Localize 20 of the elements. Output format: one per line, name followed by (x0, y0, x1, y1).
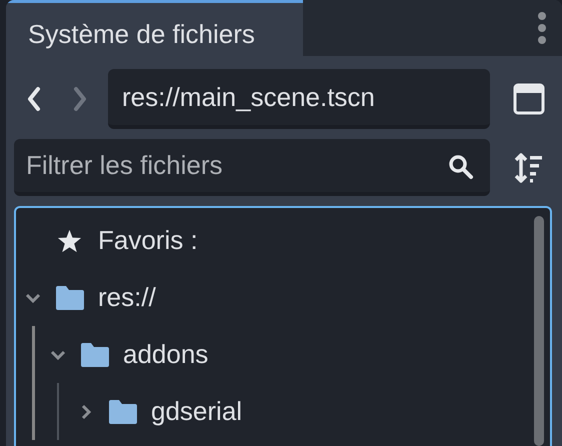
tree-item[interactable]: addons (35, 326, 550, 383)
favorites-label: Favoris : (98, 225, 198, 256)
menu-icon[interactable] (537, 11, 547, 45)
folder-label: res:// (98, 282, 156, 313)
search-icon[interactable] (448, 154, 474, 180)
window-icon[interactable] (513, 83, 545, 115)
star-icon (55, 228, 84, 252)
favorites-item[interactable]: Favoris : (16, 212, 550, 269)
tree-item[interactable]: res:// (16, 269, 550, 326)
filter-field[interactable]: Filtrer les fichiers (14, 139, 490, 196)
folder-icon (80, 342, 109, 366)
folder-label: gdserial (151, 396, 242, 427)
scrollbar[interactable] (534, 216, 544, 446)
tree-item[interactable]: gdserial (59, 383, 550, 440)
folder-icon (108, 400, 137, 424)
path-field[interactable]: res://main_scene.tscn (108, 69, 490, 129)
folder-label: addons (123, 339, 208, 370)
folder-icon (55, 286, 84, 310)
sort-icon[interactable] (514, 152, 544, 184)
filesystem-tab[interactable]: Système de fichiers (6, 0, 303, 56)
